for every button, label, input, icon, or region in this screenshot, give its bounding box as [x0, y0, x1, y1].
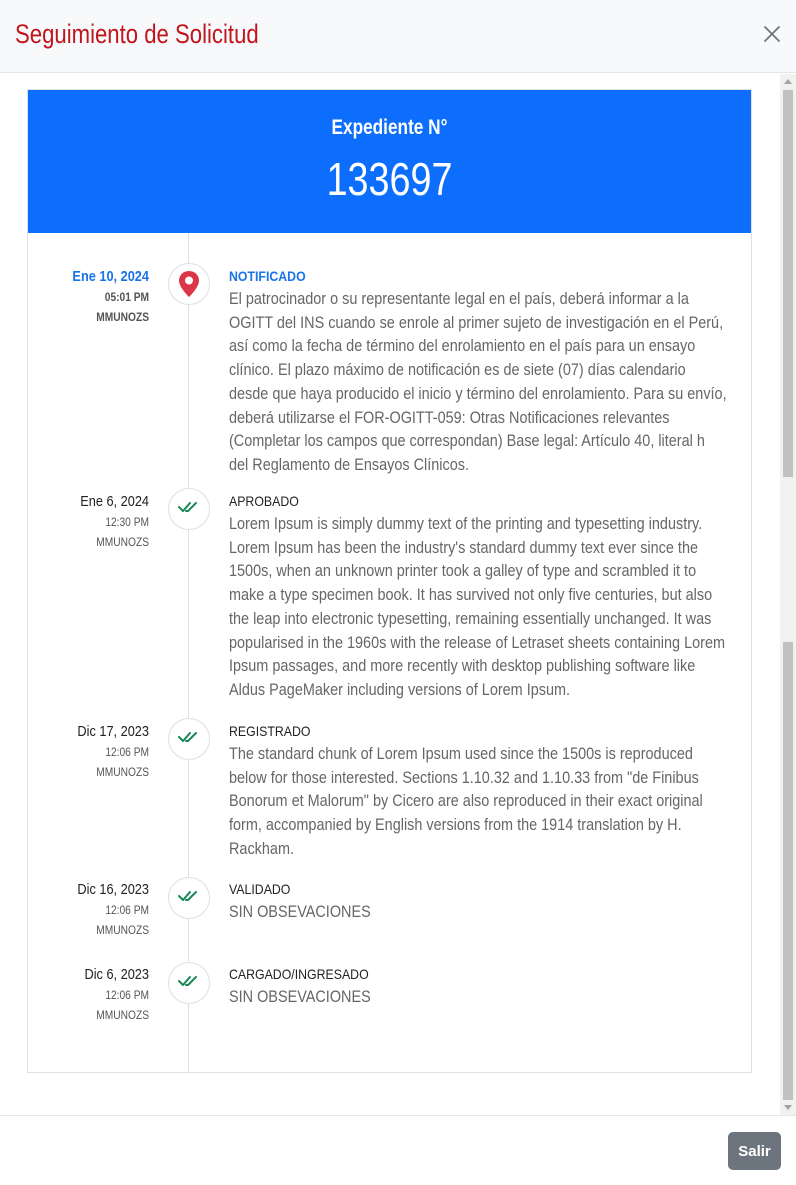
entry-status: REGISTRADO	[229, 723, 311, 739]
vertical-scrollbar[interactable]	[780, 74, 796, 1115]
entry-meta: Dic 6, 2023 12:06 PM MMUNOZS	[28, 966, 149, 1022]
entry-meta: Dic 17, 2023 12:06 PM MMUNOZS	[28, 723, 149, 779]
tracking-card: Expediente N° 133697 Ene 10, 2024 05:01 …	[27, 89, 752, 1073]
entry-meta: Ene 10, 2024 05:01 PM MMUNOZS	[28, 268, 149, 324]
entry-status: CARGADO/INGRESADO	[229, 966, 369, 982]
entry-content: NOTIFICADO El patrocinador o su represen…	[229, 268, 729, 478]
entry-content: VALIDADO SIN OBSEVACIONES	[229, 881, 729, 925]
entry-user: MMUNOZS	[96, 310, 149, 324]
entry-badge	[168, 262, 210, 310]
entry-badge	[168, 877, 210, 919]
entry-description: Lorem Ipsum is simply dummy text of the …	[229, 515, 726, 699]
double-check-icon	[178, 730, 200, 749]
entry-badge	[168, 962, 210, 1004]
timeline-line	[188, 233, 189, 1072]
entry-content: REGISTRADO The standard chunk of Lorem I…	[229, 723, 729, 862]
modal-header: Seguimiento de Solicitud	[0, 0, 796, 73]
entry-date: Dic 17, 2023	[77, 723, 149, 740]
entry-time: 12:30 PM	[105, 515, 149, 529]
entry-description: SIN OBSEVACIONES	[229, 903, 371, 921]
map-pin-icon	[168, 262, 210, 310]
entry-badge	[168, 488, 210, 530]
close-button[interactable]	[758, 22, 786, 50]
entry-user: MMUNOZS	[96, 765, 149, 779]
entry-time: 12:06 PM	[105, 745, 149, 759]
entry-user: MMUNOZS	[96, 535, 149, 549]
double-check-icon	[178, 974, 200, 993]
entry-user: MMUNOZS	[96, 923, 149, 937]
entry-date: Dic 16, 2023	[77, 881, 149, 898]
entry-status: NOTIFICADO	[229, 268, 306, 284]
entry-content: APROBADO Lorem Ipsum is simply dummy tex…	[229, 493, 729, 703]
close-icon	[763, 25, 781, 48]
entry-content: CARGADO/INGRESADO SIN OBSEVACIONES	[229, 966, 729, 1010]
entry-status: VALIDADO	[229, 881, 291, 897]
entry-time: 12:06 PM	[105, 988, 149, 1002]
expediente-label: Expediente N°	[331, 116, 448, 139]
modal-footer: Salir	[0, 1115, 796, 1185]
double-check-icon	[178, 500, 200, 519]
entry-description: El patrocinador o su representante legal…	[229, 290, 727, 474]
expediente-banner: Expediente N° 133697	[28, 90, 751, 233]
modal-title: Seguimiento de Solicitud	[15, 19, 259, 49]
scrollbar-thumb-lower[interactable]	[783, 642, 793, 1100]
entry-date: Ene 10, 2024	[72, 268, 149, 285]
exit-button[interactable]: Salir	[728, 1132, 781, 1170]
entry-badge	[168, 718, 210, 760]
entry-date: Ene 6, 2024	[80, 493, 149, 510]
entry-meta: Dic 16, 2023 12:06 PM MMUNOZS	[28, 881, 149, 937]
expediente-number: 133697	[326, 153, 453, 205]
entry-meta: Ene 6, 2024 12:30 PM MMUNOZS	[28, 493, 149, 549]
double-check-icon	[178, 889, 200, 908]
entry-date: Dic 6, 2023	[84, 966, 149, 983]
entry-time: 12:06 PM	[105, 903, 149, 917]
scroll-up-icon[interactable]	[784, 79, 792, 84]
modal-body: Expediente N° 133697 Ene 10, 2024 05:01 …	[0, 74, 796, 1115]
entry-description: SIN OBSEVACIONES	[229, 988, 371, 1006]
entry-status: APROBADO	[229, 493, 299, 509]
entry-user: MMUNOZS	[96, 1008, 149, 1022]
scroll-down-icon[interactable]	[784, 1105, 792, 1110]
entry-description: The standard chunk of Lorem Ipsum used s…	[229, 745, 703, 858]
scrollbar-thumb[interactable]	[783, 90, 793, 477]
entry-time: 05:01 PM	[104, 290, 149, 304]
